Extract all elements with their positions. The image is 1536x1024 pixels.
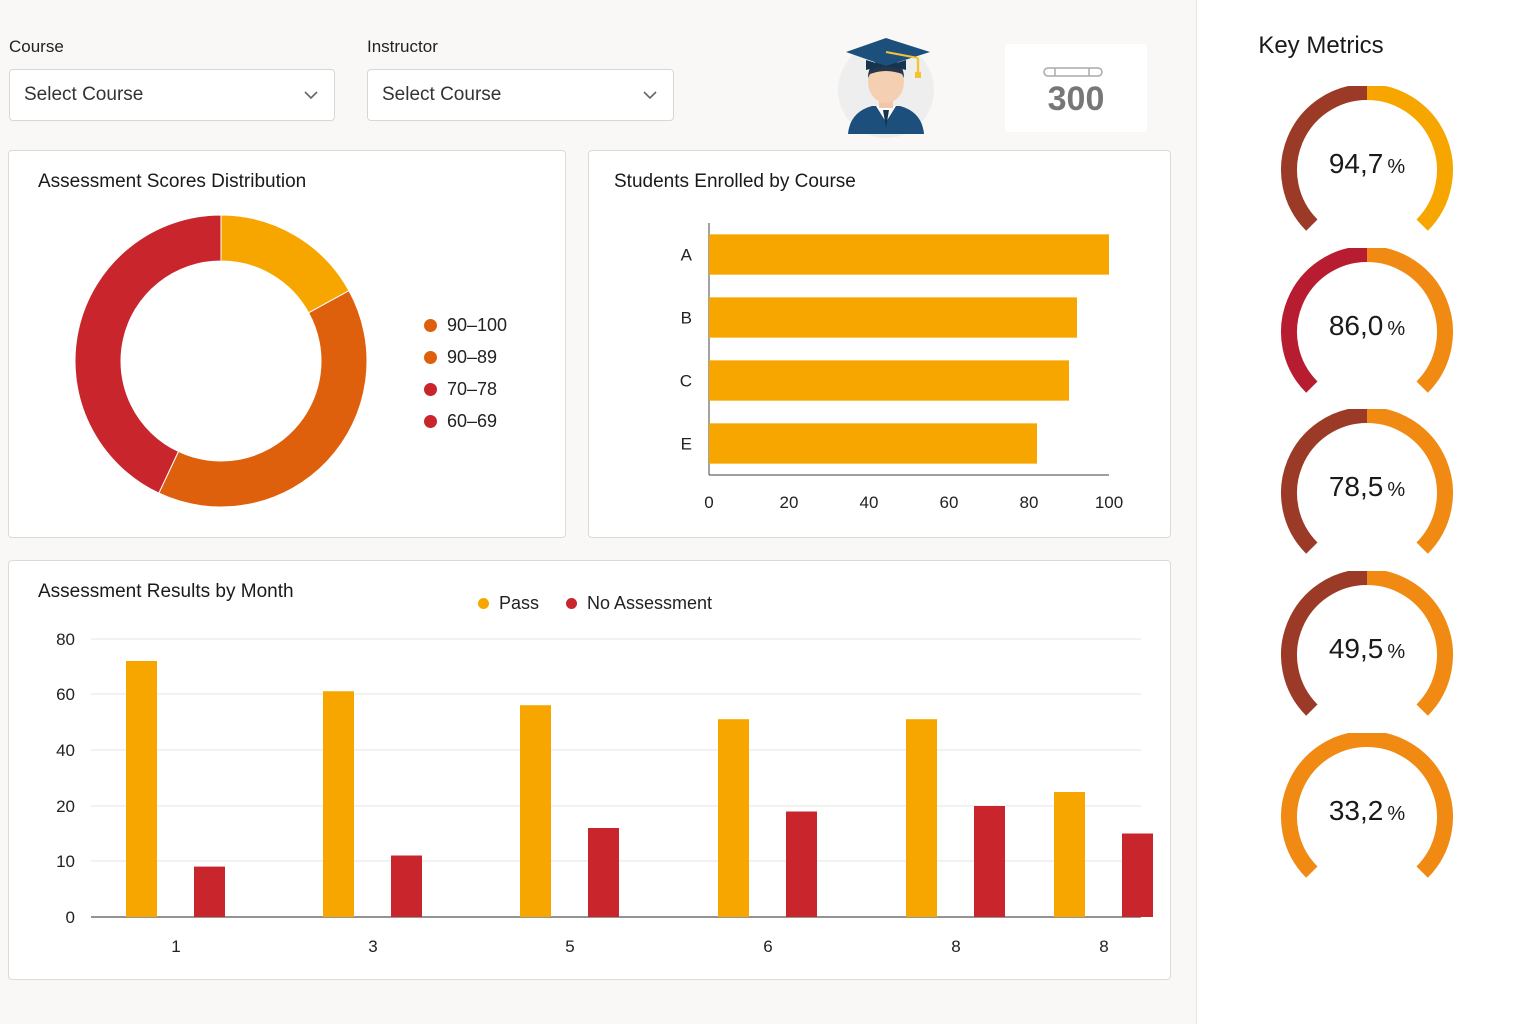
- x-tick-label: 3: [368, 937, 377, 956]
- enrolled-bar-chart: A B C E 0 20 40 60 80 100: [680, 223, 1123, 512]
- dashboard-main: Course Select Course Instructor Select C…: [0, 0, 1196, 1024]
- no-assessment-bar-3: [786, 811, 817, 917]
- course-filter: Course Select Course: [9, 37, 335, 121]
- legend-dot: [424, 319, 437, 332]
- course-select[interactable]: Select Course: [9, 69, 335, 121]
- legend-dot: [424, 383, 437, 396]
- category-label: C: [680, 372, 692, 391]
- x-tick-label: 8: [951, 937, 960, 956]
- no-assessment-bar-2: [588, 828, 619, 917]
- legend-dot: [424, 415, 437, 428]
- donut-slice-1: [158, 289, 368, 508]
- gauge-number: 94,7: [1328, 148, 1384, 179]
- pass-bar-1: [323, 691, 354, 917]
- legend-label: 90–89: [447, 347, 498, 367]
- y-tick-label: 0: [66, 908, 75, 927]
- gauge-unit: %: [1387, 803, 1406, 825]
- y-tick-label: 80: [56, 630, 75, 649]
- pass-bar-4: [906, 719, 937, 917]
- enrolled-bar-C: [709, 360, 1069, 401]
- pass-bar-0: [126, 661, 157, 917]
- gauge-value: 33,2%: [1277, 795, 1457, 827]
- enrolled-by-course-card: Students Enrolled by Course A B C E 0 20 40 60 8…: [588, 150, 1171, 538]
- gauge-number: 33,2: [1328, 795, 1384, 826]
- donut-slice-0: [220, 214, 350, 314]
- category-label: B: [681, 309, 692, 328]
- gauge-value: 78,5%: [1277, 471, 1457, 503]
- metric-gauge: 94,7%: [1277, 84, 1457, 236]
- scores-distribution-title: Assessment Scores Distribution: [38, 171, 307, 192]
- enrolled-bar-E: [709, 423, 1037, 464]
- metric-gauge: 33,2%: [1277, 731, 1457, 883]
- legend-dot: [424, 351, 437, 364]
- instructor-select[interactable]: Select Course: [367, 69, 674, 121]
- legend-item: 70–78: [424, 379, 497, 400]
- legend-item: 90–89: [424, 347, 497, 368]
- pass-bar-5: [1054, 792, 1085, 917]
- no-assessment-bar-0: [194, 866, 225, 917]
- metric-gauge: 49,5%: [1277, 569, 1457, 721]
- course-filter-label: Course: [9, 37, 64, 56]
- x-tick-label: 80: [1020, 493, 1039, 512]
- donut-slice-2: [74, 214, 222, 494]
- category-label: E: [681, 435, 692, 454]
- graduate-avatar-icon: [838, 38, 934, 138]
- legend-label: 90–100: [447, 315, 508, 335]
- gauge-unit: %: [1387, 641, 1406, 663]
- student-count-card: 300: [1005, 44, 1147, 132]
- monthly-bar-chart: 0 10 20 40 60 80 1 3 5 6 8 8: [56, 630, 1153, 956]
- x-tick-label: 1: [171, 937, 180, 956]
- results-by-month-card: Assessment Results by Month Pass No Asse…: [8, 560, 1171, 980]
- metric-gauge: 78,5%: [1277, 407, 1457, 559]
- legend-label: 60–69: [447, 411, 498, 431]
- scores-donut-chart: [74, 214, 368, 508]
- pass-bar-2: [520, 705, 551, 917]
- legend-label: 70–78: [447, 379, 498, 399]
- metric-gauge: 86,0%: [1277, 246, 1457, 398]
- x-tick-label: 100: [1095, 493, 1123, 512]
- gauge-value: 86,0%: [1277, 310, 1457, 342]
- x-tick-label: 5: [565, 937, 574, 956]
- enrolled-bar-A: [709, 234, 1109, 275]
- chevron-down-icon: [643, 91, 657, 100]
- gauge-number: 86,0: [1328, 310, 1384, 341]
- gauge-value: 94,7%: [1277, 148, 1457, 180]
- x-tick-label: 60: [940, 493, 959, 512]
- gauge-unit: %: [1387, 156, 1406, 178]
- key-metrics-title: Key Metrics: [1258, 32, 1384, 59]
- legend-item: 60–69: [424, 411, 497, 432]
- gauge-unit: %: [1387, 318, 1406, 340]
- x-tick-label: 40: [860, 493, 879, 512]
- pass-bar-3: [718, 719, 749, 917]
- no-assessment-bar-1: [391, 855, 422, 917]
- x-tick-label: 8: [1099, 937, 1108, 956]
- x-tick-label: 6: [763, 937, 772, 956]
- y-tick-label: 10: [56, 852, 75, 871]
- scores-distribution-card: Assessment Scores Distribution 90–100 90…: [8, 150, 566, 538]
- x-tick-label: 20: [780, 493, 799, 512]
- chevron-down-icon: [304, 91, 318, 100]
- gauge-number: 49,5: [1328, 633, 1384, 664]
- enrolled-bar-B: [709, 297, 1077, 338]
- y-tick-label: 20: [56, 797, 75, 816]
- x-tick-label: 0: [704, 493, 713, 512]
- gauge-unit: %: [1387, 479, 1406, 501]
- gauge-value: 49,5%: [1277, 633, 1457, 665]
- legend-item: 90–100: [424, 315, 507, 336]
- instructor-filter-label: Instructor: [367, 37, 438, 56]
- y-tick-label: 60: [56, 685, 75, 704]
- key-metrics-sidebar: Key Metrics 94,7% 86,0% 78,5% 49,5% 33,2%: [1196, 0, 1536, 1024]
- student-count-value: 300: [1047, 80, 1105, 118]
- course-select-value: Select Course: [24, 84, 144, 105]
- instructor-filter: Instructor Select Course: [367, 37, 674, 121]
- no-assessment-bar-4: [974, 806, 1005, 917]
- y-tick-label: 40: [56, 741, 75, 760]
- pencil-icon: [1043, 67, 1103, 77]
- category-label: A: [681, 246, 693, 265]
- no-assessment-bar-5: [1122, 833, 1153, 917]
- instructor-select-value: Select Course: [382, 84, 502, 105]
- gauge-number: 78,5: [1328, 471, 1384, 502]
